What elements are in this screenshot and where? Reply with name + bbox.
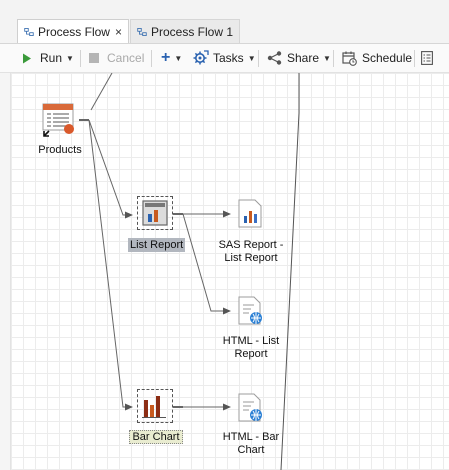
cancel-label: Cancel xyxy=(107,51,145,65)
run-button[interactable]: Run ▼ xyxy=(22,44,74,72)
chevron-down-icon: ▼ xyxy=(323,53,331,63)
node-label-list-report: List Report xyxy=(128,238,186,252)
process-flow-canvas[interactable]: Products List Report SAS Report - List R… xyxy=(11,73,449,470)
toolbar-divider xyxy=(333,50,334,67)
toolbar-divider xyxy=(80,50,81,67)
tasks-gear-icon xyxy=(193,50,209,65)
add-button[interactable]: + ▼ xyxy=(161,44,182,72)
node-label-sas-report: SAS Report - List Report xyxy=(218,239,284,264)
node-products[interactable] xyxy=(41,102,79,138)
table-icon xyxy=(42,103,74,137)
list-view-icon xyxy=(421,51,433,65)
bar-chart-icon xyxy=(142,396,166,418)
title-strip xyxy=(0,0,449,17)
properties-button[interactable] xyxy=(421,44,433,72)
node-label-html-bar-chart: HTML - Bar Chart xyxy=(222,431,280,456)
calendar-clock-icon xyxy=(342,51,357,66)
node-list-report[interactable] xyxy=(137,196,173,230)
node-html-bar-chart[interactable] xyxy=(237,393,265,423)
node-sas-report[interactable] xyxy=(236,199,264,229)
process-flow-icon xyxy=(137,27,147,36)
schedule-label: Schedule xyxy=(362,51,413,65)
tab-process-flow-1[interactable]: Process Flow 1 xyxy=(130,19,240,43)
chevron-down-icon: ▼ xyxy=(174,53,183,63)
html-document-icon xyxy=(238,296,262,325)
tab-process-flow[interactable]: Process Flow × xyxy=(17,19,129,43)
run-label: Run xyxy=(40,51,63,65)
share-icon xyxy=(267,51,282,65)
chevron-down-icon: ▼ xyxy=(247,53,256,63)
chevron-down-icon: ▼ xyxy=(66,53,74,63)
node-label-bar-chart: Bar Chart xyxy=(128,430,184,444)
left-gutter xyxy=(0,73,11,470)
schedule-button[interactable]: Schedule xyxy=(342,44,412,72)
tab-bar: Process Flow × Process Flow 1 xyxy=(0,17,449,44)
node-html-list-report[interactable] xyxy=(237,296,265,326)
tab-label: Process Flow 1 xyxy=(150,24,233,39)
node-label-html-list-report: HTML - List Report xyxy=(222,335,280,360)
tasks-label: Tasks xyxy=(213,51,244,65)
html-document-icon xyxy=(238,393,262,422)
toolbar: Run ▼ Cancel + ▼ Tasks ▼ Share ▼ Schedul… xyxy=(0,44,449,73)
stop-icon xyxy=(89,53,99,63)
close-icon[interactable]: × xyxy=(115,25,122,39)
list-report-icon xyxy=(142,200,168,226)
share-button[interactable]: Share ▼ xyxy=(267,44,331,72)
share-label: Share xyxy=(287,51,320,65)
play-icon xyxy=(23,53,31,63)
tasks-button[interactable]: Tasks ▼ xyxy=(193,44,256,72)
node-bar-chart[interactable] xyxy=(137,389,173,423)
toolbar-divider xyxy=(258,50,259,67)
toolbar-divider xyxy=(414,50,415,67)
node-label-products: Products xyxy=(38,144,82,156)
toolbar-divider xyxy=(151,50,152,67)
tab-label: Process Flow xyxy=(37,24,110,39)
process-flow-icon xyxy=(24,27,34,36)
cancel-button[interactable]: Cancel xyxy=(89,44,144,72)
sas-report-icon xyxy=(238,199,262,228)
plus-icon: + xyxy=(161,49,171,66)
